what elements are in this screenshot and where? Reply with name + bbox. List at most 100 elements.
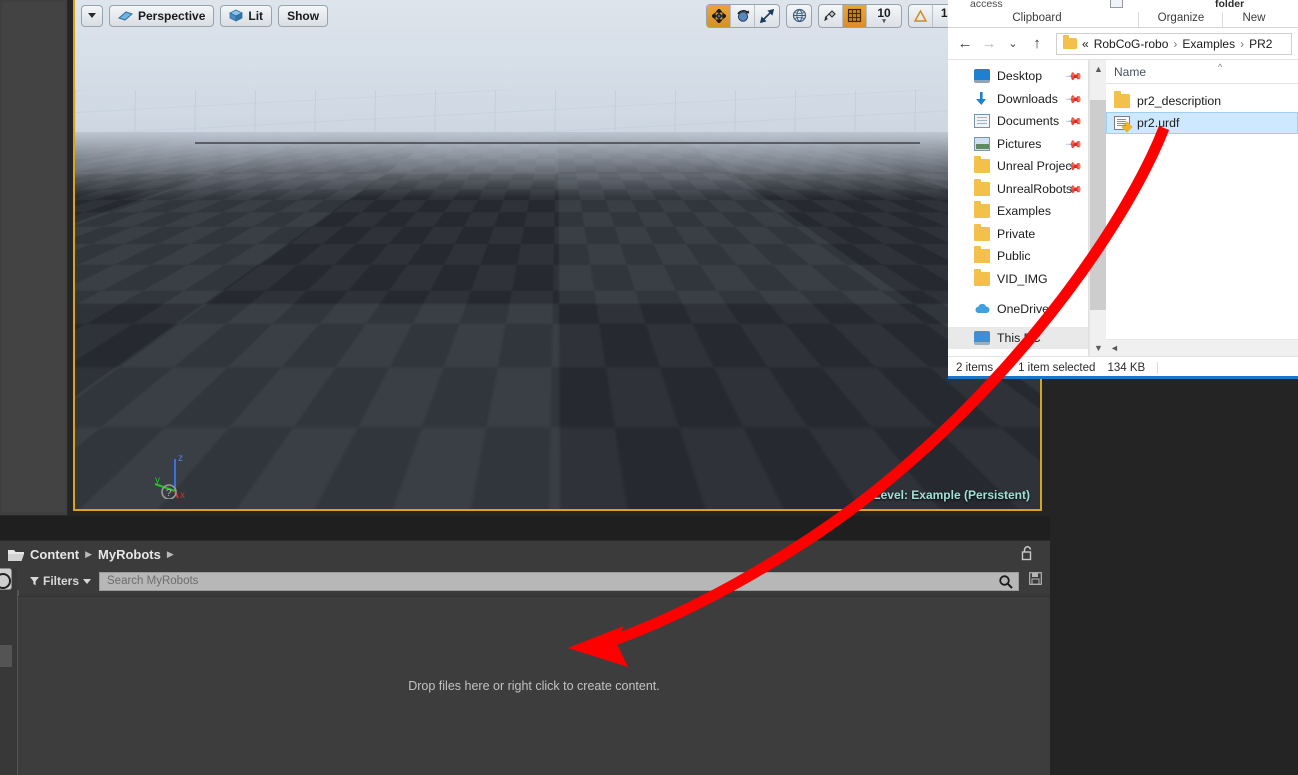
rotate-gizmo-button[interactable] (731, 4, 755, 27)
back-arrow-icon[interactable]: ← (954, 33, 976, 55)
forward-arrow-icon[interactable]: → (978, 33, 1000, 55)
explorer-tree-scrollbar[interactable]: ▲ ▼ (1089, 60, 1107, 356)
explorer-file-list[interactable]: Name ^ pr2_description pr2.urdf ◄ (1106, 60, 1298, 357)
filters-label: Filters (43, 574, 80, 588)
address-crumb-pr2[interactable]: PR2 (1249, 37, 1272, 51)
breadcrumb-item-content[interactable]: Content (30, 547, 79, 562)
content-browser-search-bar: Filters Search MyRobots (0, 568, 1050, 594)
this-pc-icon (974, 330, 990, 345)
viewport-floor-edge (195, 142, 920, 144)
content-browser-splitter-handle[interactable] (0, 645, 12, 667)
save-icon[interactable] (1029, 572, 1042, 590)
scroll-left-arrow-icon[interactable]: ◄ (1106, 340, 1123, 357)
address-bar[interactable]: « RobCoG-robo › Examples › PR2 (1056, 32, 1292, 55)
search-input[interactable]: Search MyRobots (99, 571, 1019, 593)
pencil-overlay-icon (1121, 121, 1133, 133)
pin-icon[interactable]: 📌 (1065, 135, 1084, 153)
ribbon-folder-label: folder (1215, 0, 1245, 10)
content-browser: Content ▶ MyRobots ▶ Filters Search MyRo… (0, 540, 1050, 775)
angle-snap-toggle[interactable] (909, 4, 933, 27)
search-icon[interactable] (998, 574, 1014, 593)
transform-gizmo-group (706, 3, 780, 28)
chevron-down-icon (88, 13, 96, 18)
column-header-name[interactable]: Name ^ (1106, 60, 1298, 84)
pin-icon[interactable]: 📌 (1065, 90, 1084, 108)
table-row[interactable]: pr2.urdf (1106, 112, 1298, 134)
content-browser-asset-area[interactable]: Drop files here or right click to create… (18, 596, 1050, 775)
level-viewport[interactable]: Perspective Lit Show 10 ▾ z y x ? Level:… (73, 0, 1042, 511)
status-divider (1005, 362, 1007, 374)
table-row[interactable]: pr2_description (1106, 90, 1298, 112)
scroll-up-arrow-icon[interactable]: ▲ (1090, 60, 1107, 77)
viewport-floor (75, 132, 1040, 509)
explorer-bottom-accent (948, 376, 1298, 379)
hscrollbar-track[interactable] (1123, 339, 1298, 357)
scroll-down-arrow-icon[interactable]: ▼ (1090, 339, 1107, 356)
scrollbar-thumb[interactable] (1090, 100, 1107, 310)
sidebar-item-examples[interactable]: Examples (948, 200, 1088, 223)
ribbon-access-label: access (970, 0, 1003, 10)
sidebar-item-this-pc[interactable]: This PC (948, 326, 1088, 349)
folder-icon (974, 223, 990, 241)
urdf-file-icon (1114, 116, 1133, 133)
explorer-horizontal-scrollbar[interactable]: ◄ (1106, 339, 1298, 357)
sidebar-item-label: Downloads (997, 91, 1058, 106)
coordinate-system-button[interactable] (787, 5, 811, 27)
cube-icon (229, 9, 244, 22)
view-mode-label: Perspective (138, 8, 206, 23)
grid-snap-group: 10 ▾ (818, 3, 902, 28)
sidebar-item-label: Private (997, 226, 1036, 241)
lighting-mode-button[interactable]: Lit (220, 4, 273, 27)
unlock-icon[interactable] (1021, 546, 1034, 566)
sidebar-item-label: Public (997, 249, 1031, 264)
sidebar-item-pictures[interactable]: Pictures 📌 (948, 133, 1088, 156)
sources-panel-toggle[interactable] (0, 568, 12, 590)
file-name-label: pr2_description (1137, 94, 1222, 108)
address-crumb-robcog[interactable]: RobCoG-robo (1094, 37, 1169, 51)
sidebar-item-label: Unreal Projec (997, 159, 1072, 174)
sidebar-item-desktop[interactable]: Desktop 📌 (948, 65, 1088, 88)
sidebar-item-onedrive[interactable]: OneDrive (948, 298, 1088, 321)
show-menu-button[interactable]: Show (278, 4, 329, 27)
sidebar-item-downloads[interactable]: Downloads 📌 (948, 88, 1088, 111)
address-crumb-examples[interactable]: Examples (1182, 37, 1235, 51)
ribbon-properties-icon[interactable] (1110, 0, 1123, 8)
pin-icon[interactable]: 📌 (1065, 67, 1084, 86)
sidebar-item-documents[interactable]: Documents 📌 (948, 110, 1088, 133)
level-name-label: Level: Example (Persistent) (873, 488, 1030, 502)
chevron-down-icon: ▾ (882, 17, 886, 25)
folder-icon (1114, 91, 1130, 108)
screen-root: Perspective Lit Show 10 ▾ z y x ? Level:… (0, 0, 1298, 775)
pictures-icon (974, 136, 990, 151)
view-mode-button[interactable]: Perspective (109, 4, 215, 27)
grid-snap-toggle[interactable] (843, 4, 867, 27)
address-prefix: « (1082, 36, 1089, 51)
coordinate-system-group (786, 3, 812, 28)
sidebar-item-label: Examples (997, 204, 1051, 219)
editor-left-panel (0, 0, 68, 516)
sidebar-item-label: VID_IMG (997, 271, 1048, 286)
surface-snap-button[interactable] (819, 4, 843, 27)
folder-open-icon (8, 549, 24, 561)
scale-gizmo-button[interactable] (755, 5, 779, 27)
sidebar-item-unreal-projects[interactable]: Unreal Projec 📌 (948, 155, 1088, 178)
pin-icon[interactable]: 📌 (1065, 112, 1084, 131)
sidebar-item-vid-img[interactable]: VID_IMG (948, 268, 1088, 291)
content-browser-breadcrumb-bar: Content ▶ MyRobots ▶ (0, 541, 1050, 568)
recent-locations-chevron-down-icon[interactable]: ⌄ (1002, 33, 1024, 55)
lighting-mode-label: Lit (248, 8, 264, 23)
sidebar-item-unrealrobots[interactable]: UnrealRobots 📌 (948, 178, 1088, 201)
sidebar-item-label: OneDrive (997, 302, 1049, 317)
translate-gizmo-button[interactable] (707, 4, 731, 27)
grid-snap-value[interactable]: 10 ▾ (867, 5, 901, 27)
breadcrumb-item-myrobots[interactable]: MyRobots (98, 547, 161, 562)
sidebar-item-label: This PC (997, 330, 1041, 345)
up-arrow-icon[interactable]: ↑ (1026, 33, 1048, 55)
sidebar-item-private[interactable]: Private (948, 223, 1088, 246)
viewport-options-button[interactable] (81, 4, 103, 27)
sidebar-item-public[interactable]: Public (948, 245, 1088, 268)
file-explorer-window: access folder Clipboard Organize New ← →… (948, 0, 1298, 379)
address-separator-2: › (1240, 36, 1245, 51)
filters-button[interactable]: Filters (30, 574, 92, 588)
sort-ascending-icon: ^ (1218, 62, 1223, 72)
